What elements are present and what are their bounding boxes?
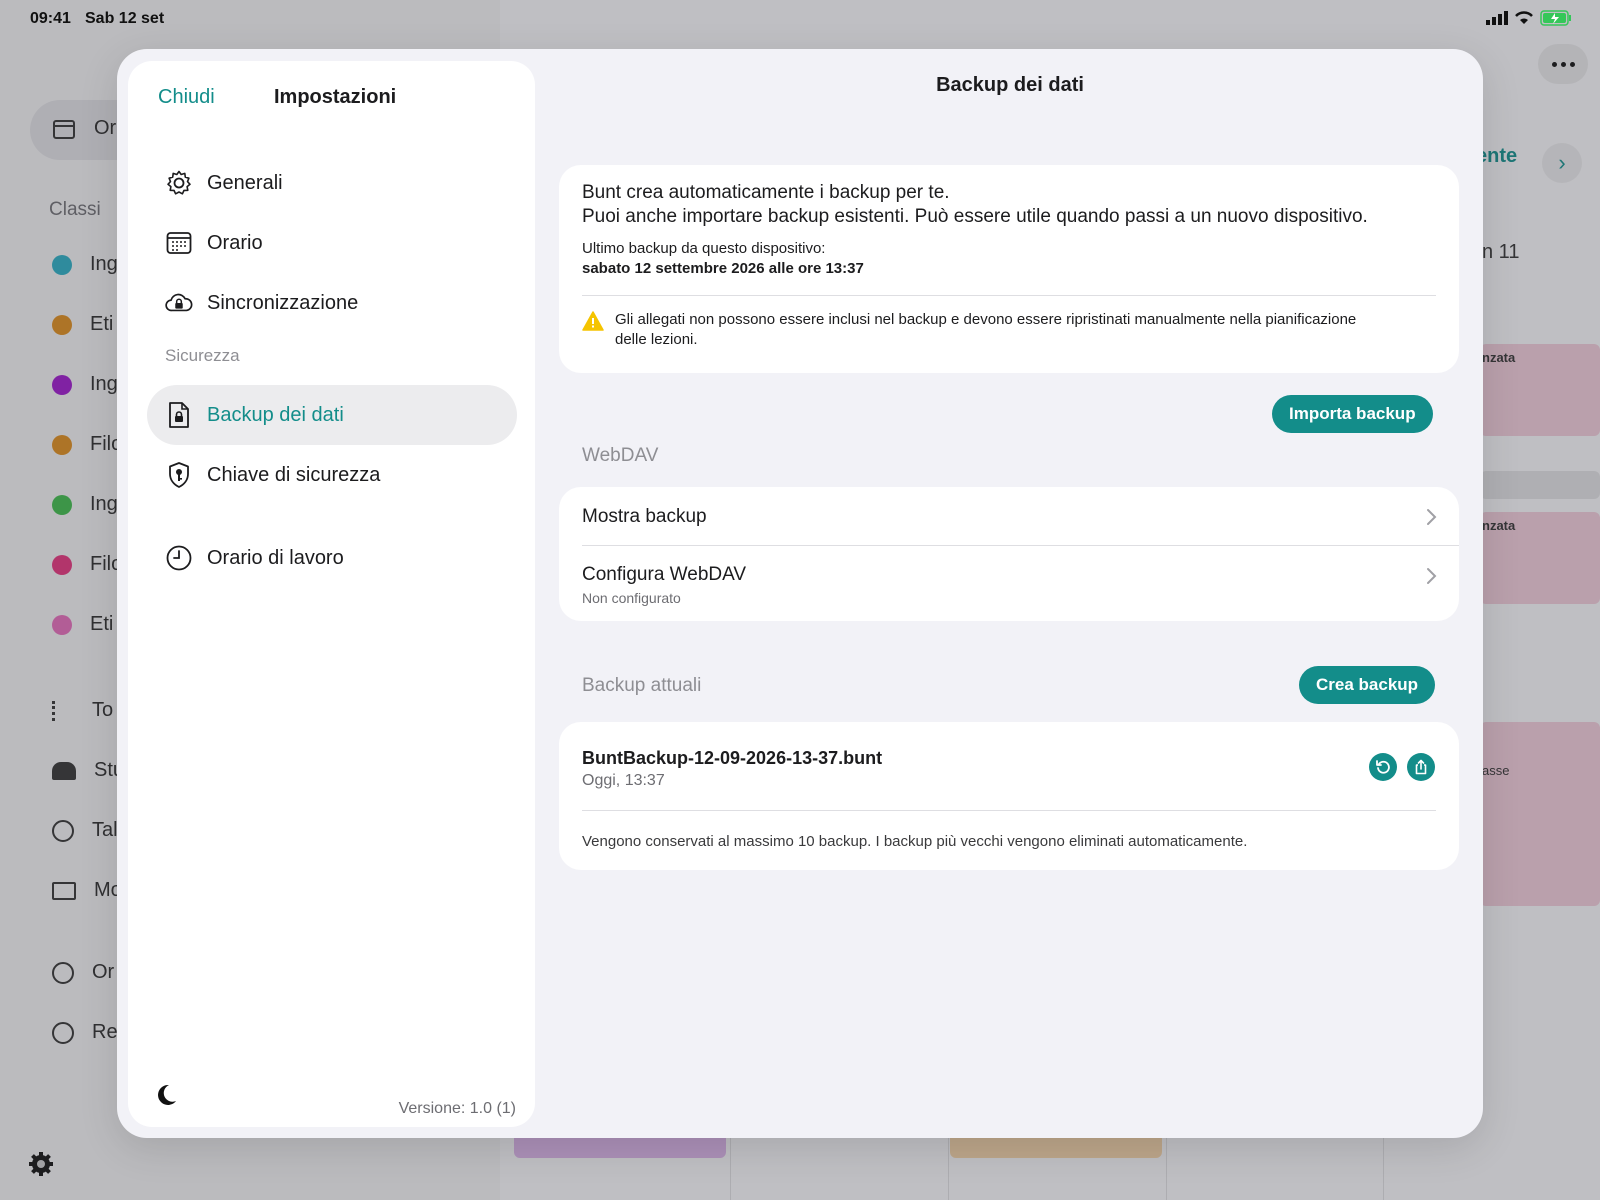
sidebar-section-security: Sicurezza xyxy=(165,346,240,365)
page-title: Backup dei dati xyxy=(936,74,1084,96)
restore-icon xyxy=(1376,760,1390,774)
row-status: Non configurato xyxy=(582,590,681,606)
share-icon xyxy=(1415,759,1427,775)
sidebar-item-sync[interactable]: Sincronizzazione xyxy=(147,273,517,333)
version-label: Versione: 1.0 (1) xyxy=(398,1100,516,1117)
current-backups-card: BuntBackup-12-09-2026-13-37.bunt Oggi, 1… xyxy=(559,722,1459,870)
chevron-right-icon xyxy=(1427,509,1437,525)
show-backup-row[interactable]: Mostra backup xyxy=(559,487,1459,545)
close-button[interactable]: Chiudi xyxy=(158,86,215,109)
last-backup-label: Ultimo backup da questo dispositivo: xyxy=(582,240,826,257)
settings-modal: Chiudi Impostazioni Generali Orario Sinc… xyxy=(117,49,1483,1138)
configure-webdav-row[interactable]: Configura WebDAV Non configurato xyxy=(559,546,1459,621)
create-backup-button[interactable]: Crea backup xyxy=(1299,666,1436,704)
sidebar-item-work-hours[interactable]: Orario di lavoro xyxy=(147,528,517,588)
sidebar-item-label: Generali xyxy=(207,171,283,194)
battery-icon xyxy=(1540,10,1571,26)
sidebar-item-schedule[interactable]: Orario xyxy=(147,213,517,273)
status-bar: 09:41 Sab 12 set xyxy=(0,0,1600,36)
status-time: 09:41 xyxy=(30,10,71,27)
status-date: Sab 12 set xyxy=(85,10,165,27)
sidebar-item-label: Sincronizzazione xyxy=(207,291,359,314)
clock-icon xyxy=(165,544,193,572)
section-current-backups: Backup attuali xyxy=(582,675,702,696)
chevron-right-icon xyxy=(1427,568,1437,584)
sidebar-item-general[interactable]: Generali xyxy=(147,153,517,213)
row-label: Mostra backup xyxy=(582,506,707,527)
backup-file-date: Oggi, 13:37 xyxy=(582,772,665,789)
intro-text: Puoi anche importare backup esistenti. P… xyxy=(582,206,1368,227)
sidebar-item-backup[interactable]: Backup dei dati xyxy=(147,385,517,445)
import-backup-button[interactable]: Importa backup xyxy=(1272,395,1433,433)
shield-key-icon xyxy=(165,461,193,489)
divider xyxy=(582,810,1436,811)
backup-file-name: BuntBackup-12-09-2026-13-37.bunt xyxy=(582,748,883,768)
restore-button[interactable] xyxy=(1369,753,1397,781)
sidebar-item-label: Orario di lavoro xyxy=(207,546,344,569)
sidebar-item-security-key[interactable]: Chiave di sicurezza xyxy=(147,445,517,505)
sidebar-item-label: Chiave di sicurezza xyxy=(207,463,381,486)
backup-info-card: Bunt crea automaticamente i backup per t… xyxy=(559,165,1459,373)
retention-note: Vengono conservati al massimo 10 backup.… xyxy=(582,833,1248,850)
wifi-icon xyxy=(1515,11,1533,24)
moon-icon[interactable] xyxy=(152,1081,180,1109)
intro-text: Bunt crea automaticamente i backup per t… xyxy=(582,182,950,203)
row-label: Configura WebDAV xyxy=(582,564,747,585)
settings-sidebar: Chiudi Impostazioni Generali Orario Sinc… xyxy=(128,61,535,1127)
share-button[interactable] xyxy=(1407,753,1435,781)
gear-icon xyxy=(165,169,193,197)
calendar-icon xyxy=(165,229,193,257)
webdav-card: Mostra backup Configura WebDAV Non confi… xyxy=(559,487,1459,621)
warning-icon xyxy=(582,311,604,331)
cloud-lock-icon xyxy=(165,289,193,317)
status-icons xyxy=(1486,10,1572,26)
sidebar-header: Chiudi Impostazioni xyxy=(128,61,535,131)
settings-title: Impostazioni xyxy=(274,86,397,108)
section-webdav: WebDAV xyxy=(582,445,659,466)
sidebar-item-label: Orario xyxy=(207,231,263,254)
doc-lock-icon xyxy=(165,401,193,429)
warning-text: Gli allegati non possono essere inclusi … xyxy=(615,311,1357,348)
divider xyxy=(582,295,1436,296)
sidebar-item-label: Backup dei dati xyxy=(207,403,344,426)
signal-icon xyxy=(1486,11,1508,25)
last-backup-value: sabato 12 settembre 2026 alle ore 13:37 xyxy=(582,260,864,277)
